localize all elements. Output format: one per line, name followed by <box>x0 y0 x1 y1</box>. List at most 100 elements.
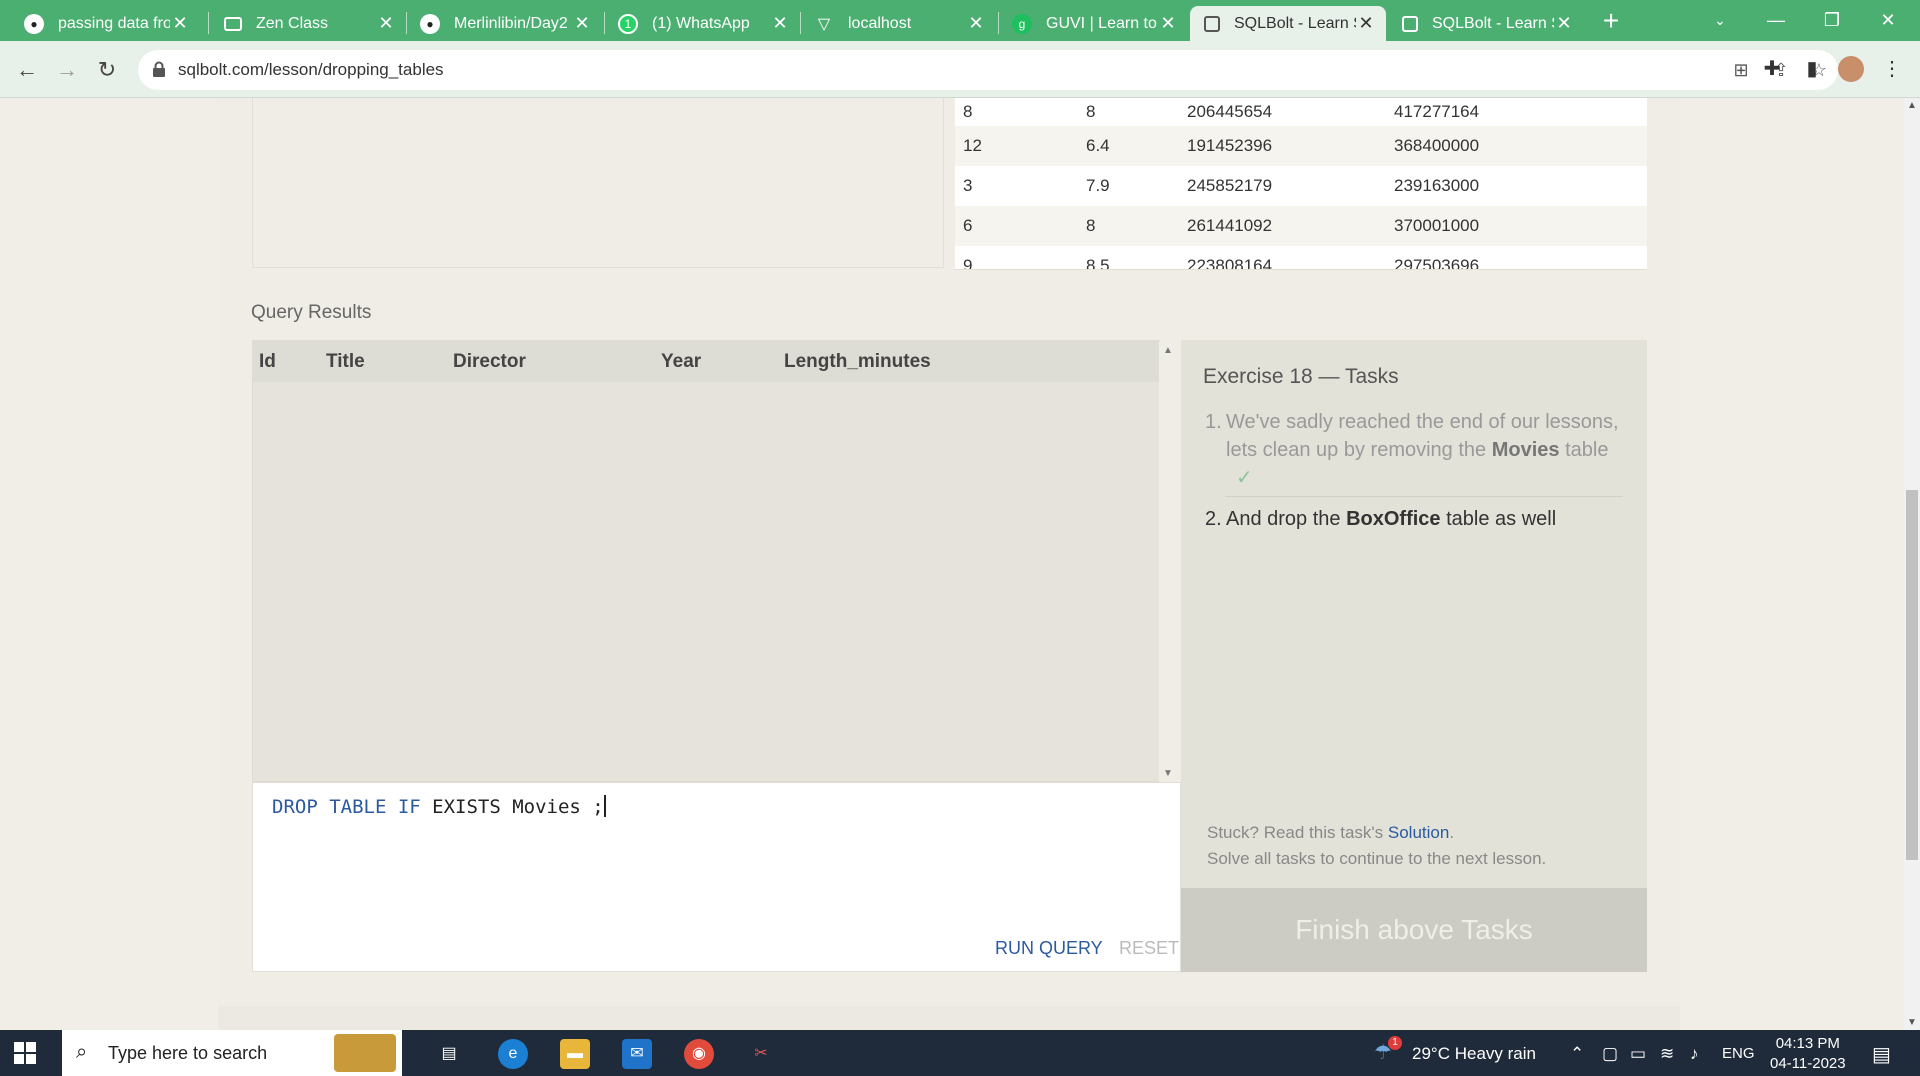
tab-sqlbolt-active[interactable]: SQLBolt - Learn S ✕ <box>1190 6 1386 41</box>
sqlbolt-icon <box>1402 15 1418 32</box>
results-scrollbar[interactable]: ▲ ▼ <box>1159 341 1179 783</box>
table-cell: 417277164 <box>1394 102 1480 121</box>
mail-icon[interactable]: ✉ <box>622 1039 652 1069</box>
weather-text[interactable]: 29°C Heavy rain <box>1412 1044 1536 1064</box>
task-text-part: And drop the <box>1226 508 1347 530</box>
windows-start-icon[interactable] <box>14 1042 36 1064</box>
tab-title: Merlinlibin/Day2 <box>454 14 568 32</box>
table-cell: 8.5 <box>1086 256 1110 270</box>
table-cell: 8 <box>1086 102 1096 121</box>
finish-tasks-button[interactable]: Finish above Tasks <box>1181 888 1647 972</box>
task-bold: BoxOffice <box>1346 508 1441 530</box>
menu-icon[interactable]: ⋮ <box>1878 55 1906 83</box>
weather-badge: 1 <box>1388 1036 1402 1050</box>
tab-search-button[interactable]: ⌄ <box>1692 0 1748 41</box>
volume-icon[interactable]: ♪ <box>1690 1044 1699 1064</box>
side-panel-icon[interactable]: ▮ <box>1798 55 1826 83</box>
table-cell: 3 <box>963 176 973 195</box>
tab-title: Zen Class <box>256 14 329 32</box>
page-scrollbar[interactable]: ▲ ▼ <box>1904 98 1920 1030</box>
tab-passing-data[interactable]: ● passing data fro ✕ <box>10 6 200 41</box>
windows-taskbar: ⌕ Type here to search ▤ e ▬ ✉ ◉ ✂ ☂ 1 29… <box>0 1030 1920 1076</box>
tab-localhost[interactable]: ▽ localhost ✕ <box>800 6 996 41</box>
close-window-button[interactable]: ✕ <box>1860 0 1916 41</box>
tab-title: GUVI | Learn to c <box>1046 14 1158 32</box>
battery-icon[interactable]: ▭ <box>1630 1044 1646 1064</box>
table-row: 9 8.5 223808164 297503696 <box>955 246 1647 270</box>
forward-button[interactable]: → <box>52 55 82 85</box>
table-cell: 9 <box>963 256 973 270</box>
scroll-up-icon[interactable]: ▲ <box>1163 345 1173 356</box>
tab-title: localhost <box>848 14 912 32</box>
taskbar-search[interactable]: ⌕ Type here to search <box>62 1030 402 1076</box>
boxoffice-table: 8 8 206445654 417277164 12 6.4 191452396… <box>955 98 1647 270</box>
hint-text: Stuck? Read this task's <box>1207 823 1388 842</box>
tab-sqlbolt[interactable]: SQLBolt - Learn S ✕ <box>1388 6 1584 41</box>
close-tab-icon[interactable]: ✕ <box>170 13 190 34</box>
edge-icon[interactable]: e <box>498 1039 528 1069</box>
search-icon: ⌕ <box>76 1041 88 1063</box>
close-tab-icon[interactable]: ✕ <box>966 13 986 34</box>
scrollbar-thumb[interactable] <box>1906 490 1918 860</box>
extensions-icon[interactable]: ✚ <box>1758 55 1786 83</box>
sql-code[interactable]: DROP TABLE IF EXISTS Movies ; <box>272 795 606 818</box>
tab-title: SQLBolt - Learn S <box>1432 14 1554 32</box>
sql-editor[interactable]: DROP TABLE IF EXISTS Movies ; RUN QUERY … <box>252 782 1181 972</box>
chevron-up-icon[interactable]: ⌃ <box>1570 1044 1584 1064</box>
clock[interactable]: 04:13 PM 04-11-2023 <box>1770 1034 1846 1074</box>
scroll-down-icon[interactable]: ▼ <box>1163 768 1173 779</box>
language-indicator[interactable]: ENG <box>1722 1045 1755 1062</box>
task-bold: Movies <box>1491 439 1560 461</box>
run-query-button[interactable]: RUN QUERY <box>995 938 1103 959</box>
tab-guvi[interactable]: g GUVI | Learn to c ✕ <box>998 6 1188 41</box>
table-cell: 239163000 <box>1394 176 1480 195</box>
meet-now-icon[interactable]: ▢ <box>1602 1044 1618 1064</box>
close-tab-icon[interactable]: ✕ <box>376 13 396 34</box>
minimize-button[interactable]: — <box>1748 0 1804 41</box>
notifications-icon[interactable]: ▤ <box>1872 1042 1891 1067</box>
scroll-down-icon[interactable]: ▼ <box>1907 1017 1917 1028</box>
table-cell: 370001000 <box>1394 216 1480 235</box>
table-row: 8 8 206445654 417277164 <box>955 98 1647 126</box>
close-tab-icon[interactable]: ✕ <box>572 13 592 34</box>
table-cell: 8 <box>1086 216 1096 235</box>
task-view-icon[interactable]: ▤ <box>434 1039 464 1069</box>
column-header: Year <box>661 350 702 372</box>
restore-button[interactable]: ❐ <box>1804 0 1860 41</box>
wifi-icon[interactable]: ≋ <box>1660 1044 1674 1064</box>
reset-button[interactable]: RESET <box>1119 938 1179 959</box>
table-cell: 12 <box>963 136 982 155</box>
close-tab-icon[interactable]: ✕ <box>1554 13 1574 34</box>
address-bar[interactable]: sqlbolt.com/lesson/dropping_tables ⊞ ⇪ ☆ <box>138 50 1838 90</box>
table-cell: 8 <box>963 102 973 121</box>
file-explorer-icon[interactable]: ▬ <box>560 1039 590 1069</box>
profile-avatar[interactable] <box>1838 56 1864 82</box>
table-cell: 223808164 <box>1187 256 1273 270</box>
back-button[interactable]: ← <box>12 55 42 85</box>
tab-zen-class[interactable]: Zen Class ✕ <box>210 6 406 41</box>
new-tab-button[interactable]: + <box>1596 6 1626 36</box>
github-icon: ● <box>24 13 44 34</box>
close-tab-icon[interactable]: ✕ <box>1158 13 1178 34</box>
table-cell: 6.4 <box>1086 136 1110 155</box>
snipping-tool-icon[interactable]: ✂ <box>746 1039 776 1069</box>
query-results-table: Id Title Director Year Length_minutes ▲ … <box>252 340 1179 783</box>
tab-whatsapp[interactable]: 1 (1) WhatsApp ✕ <box>604 6 800 41</box>
schema-panel-left <box>252 98 944 268</box>
scroll-up-icon[interactable]: ▲ <box>1907 100 1917 111</box>
chrome-icon[interactable]: ◉ <box>684 1039 714 1069</box>
reload-button[interactable]: ↻ <box>92 55 122 85</box>
tab-separator <box>208 12 209 34</box>
solution-link[interactable]: Solution <box>1388 823 1449 842</box>
query-results-label: Query Results <box>251 302 372 323</box>
close-tab-icon[interactable]: ✕ <box>770 13 790 34</box>
page-content: 8 8 206445654 417277164 12 6.4 191452396… <box>0 98 1904 1030</box>
browser-toolbar: ← → ↻ sqlbolt.com/lesson/dropping_tables… <box>0 41 1920 98</box>
translate-icon[interactable]: ⊞ <box>1730 59 1752 81</box>
tab-merlinlibin[interactable]: ● Merlinlibin/Day2 ✕ <box>406 6 602 41</box>
close-tab-icon[interactable]: ✕ <box>1356 13 1376 34</box>
task-text-part: table <box>1559 439 1609 461</box>
tab-title: (1) WhatsApp <box>652 14 750 32</box>
hint-text: Solve all tasks to continue to the next … <box>1207 849 1547 868</box>
clock-time: 04:13 PM <box>1775 1035 1840 1052</box>
